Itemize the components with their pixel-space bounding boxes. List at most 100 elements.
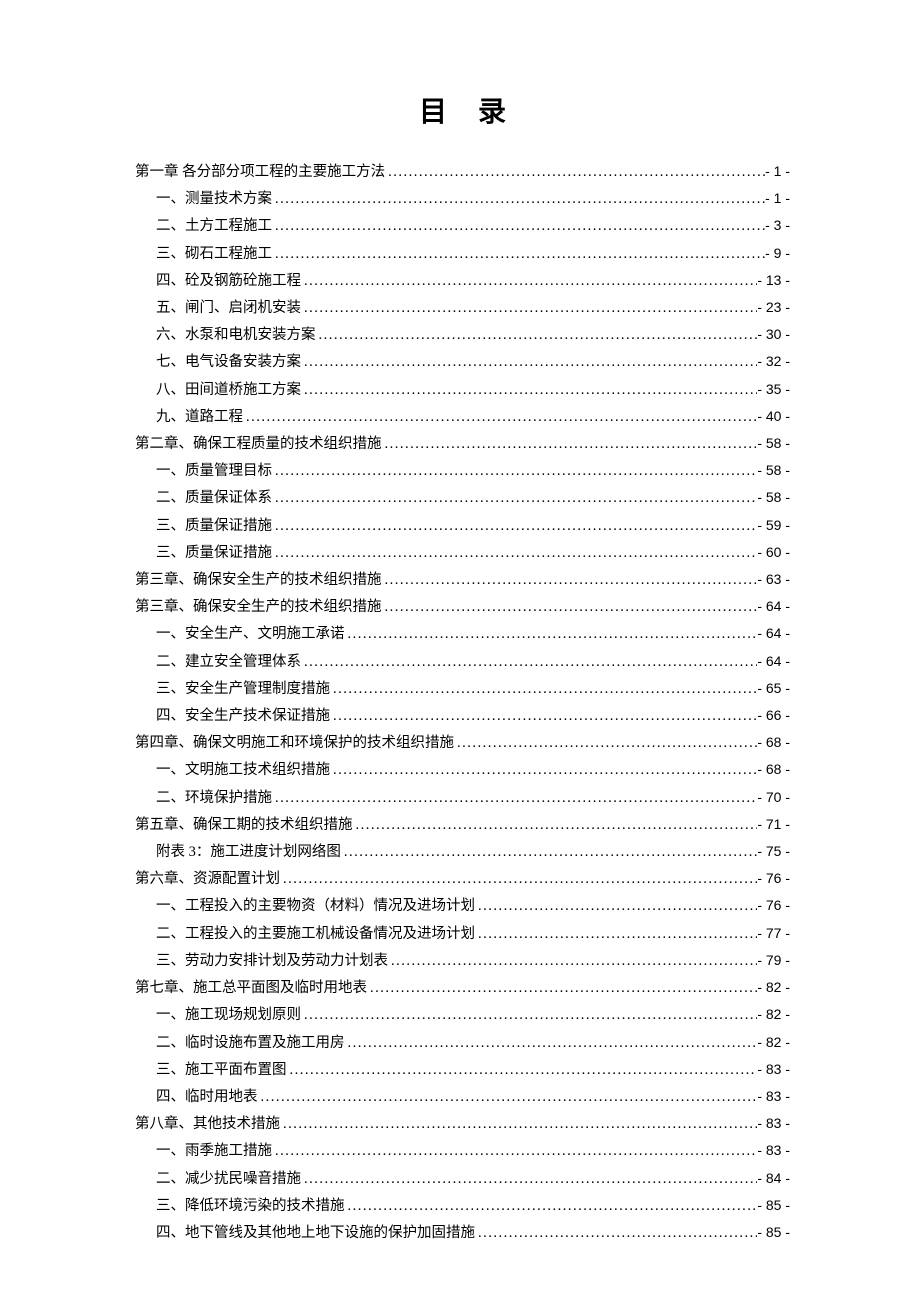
toc-entry-page: - 82 - xyxy=(757,974,790,1000)
toc-entry-page: - 83 - xyxy=(757,1110,790,1136)
toc-entry-page: - 30 - xyxy=(757,321,790,347)
toc-leader-dots xyxy=(367,975,757,1001)
toc-leader-dots xyxy=(454,730,757,756)
toc-entry-label: 四、临时用地表 xyxy=(156,1084,258,1110)
toc-leader-dots xyxy=(330,703,757,729)
toc-leader-dots xyxy=(301,1002,757,1028)
toc-leader-dots xyxy=(475,1220,757,1246)
toc-entry: 一、雨季施工措施 - 83 - xyxy=(135,1137,790,1164)
toc-entry-label: 四、安全生产技术保证措施 xyxy=(156,703,330,729)
toc-entry: 四、地下管线及其他地上地下设施的保护加固措施- 85 - xyxy=(135,1219,790,1246)
toc-entry: 第六章、资源配置计划- 76 - xyxy=(135,865,790,892)
toc-entry-page: - 83 - xyxy=(757,1056,790,1082)
toc-entry: 一、安全生产、文明施工承诺- 64 - xyxy=(135,620,790,647)
toc-leader-dots xyxy=(272,513,757,539)
toc-entry-label: 一、安全生产、文明施工承诺 xyxy=(156,621,345,647)
toc-entry-label: 第八章、其他技术措施 xyxy=(135,1111,280,1137)
toc-entry-label: 一、施工现场规划原则 xyxy=(156,1002,301,1028)
toc-entry-page: - 75 - xyxy=(757,838,790,864)
toc-entry-label: 第三章、确保安全生产的技术组织措施 xyxy=(135,594,382,620)
toc-leader-dots xyxy=(272,186,765,212)
toc-entry: 四、临时用地表- 83 - xyxy=(135,1083,790,1110)
toc-entry-page: - 35 - xyxy=(757,376,790,402)
toc-leader-dots xyxy=(345,1030,758,1056)
toc-entry: 三、施工平面布置图 - 83 - xyxy=(135,1056,790,1083)
toc-entry: 一、质量管理目标- 58 - xyxy=(135,457,790,484)
toc-entry-label: 二、土方工程施工 xyxy=(156,213,272,239)
toc-entry: 二、土方工程施工- 3 - xyxy=(135,212,790,239)
toc-entry-label: 第五章、确保工期的技术组织措施 xyxy=(135,812,353,838)
toc-entry-label: 三、砌石工程施工 xyxy=(156,241,272,267)
toc-entry: 第五章、确保工期的技术组织措施- 71 - xyxy=(135,811,790,838)
toc-entry: 一、施工现场规划原则 - 82 - xyxy=(135,1001,790,1028)
toc-entry: 第七章、施工总平面图及临时用地表 - 82 - xyxy=(135,974,790,1001)
toc-entry-page: - 70 - xyxy=(757,784,790,810)
toc-leader-dots xyxy=(385,159,765,185)
toc-entry: 第三章、确保安全生产的技术组织措施- 64 - xyxy=(135,593,790,620)
toc-entry-page: - 83 - xyxy=(757,1137,790,1163)
toc-entry-page: - 63 - xyxy=(757,566,790,592)
toc-entry: 二、临时设施布置及施工用房- 82 - xyxy=(135,1029,790,1056)
toc-leader-dots xyxy=(345,621,758,647)
toc-entry-label: 七、电气设备安装方案 xyxy=(156,349,301,375)
toc-leader-dots xyxy=(330,676,757,702)
toc-entry: 二、减少扰民噪音措施- 84 - xyxy=(135,1165,790,1192)
toc-leader-dots xyxy=(388,948,757,974)
toc-leader-dots xyxy=(475,893,757,919)
toc-entry: 五、闸门、启闭机安装- 23 - xyxy=(135,294,790,321)
toc-entry: 三、质量保证措施 - 60 - xyxy=(135,539,790,566)
toc-entry-label: 三、劳动力安排计划及劳动力计划表 xyxy=(156,948,388,974)
toc-entry: 六、水泵和电机安装方案- 30 - xyxy=(135,321,790,348)
toc-leader-dots xyxy=(382,594,758,620)
toc-entry-label: 二、环境保护措施 xyxy=(156,785,272,811)
toc-leader-dots xyxy=(382,431,758,457)
toc-entry: 三、安全生产管理制度措施- 65 - xyxy=(135,675,790,702)
toc-entry-label: 二、工程投入的主要施工机械设备情况及进场计划 xyxy=(156,921,475,947)
toc-entry: 七、电气设备安装方案- 32 - xyxy=(135,348,790,375)
toc-entry-page: - 85 - xyxy=(757,1219,790,1245)
toc-entry: 三、劳动力安排计划及劳动力计划表- 79 - xyxy=(135,947,790,974)
toc-entry: 第八章、其他技术措施 - 83 - xyxy=(135,1110,790,1137)
toc-entry-label: 二、临时设施布置及施工用房 xyxy=(156,1030,345,1056)
toc-entry-page: - 85 - xyxy=(757,1192,790,1218)
toc-entry-label: 一、雨季施工措施 xyxy=(156,1138,272,1164)
toc-leader-dots xyxy=(272,213,765,239)
toc-entry-page: - 64 - xyxy=(757,648,790,674)
page-title: 目 录 xyxy=(135,90,790,130)
toc-entry-label: 三、质量保证措施 xyxy=(156,540,272,566)
toc-entry: 三、质量保证措施- 59 - xyxy=(135,512,790,539)
toc-entry-label: 第七章、施工总平面图及临时用地表 xyxy=(135,975,367,1001)
toc-leader-dots xyxy=(382,567,758,593)
toc-leader-dots xyxy=(301,649,757,675)
toc-entry-page: - 68 - xyxy=(757,756,790,782)
toc-leader-dots xyxy=(272,540,757,566)
toc-entry-label: 二、质量保证体系 xyxy=(156,485,272,511)
toc-entry-page: - 23 - xyxy=(757,294,790,320)
toc-entry-page: - 84 - xyxy=(757,1165,790,1191)
toc-entry: 八、田间道桥施工方案- 35 - xyxy=(135,376,790,403)
toc-entry-label: 一、质量管理目标 xyxy=(156,458,272,484)
toc-leader-dots xyxy=(301,377,757,403)
toc-entry-label: 第一章 各分部分项工程的主要施工方法 xyxy=(135,159,385,185)
toc-entry-label: 三、施工平面布置图 xyxy=(156,1057,287,1083)
toc-entry-label: 三、质量保证措施 xyxy=(156,513,272,539)
toc-entry-label: 三、降低环境污染的技术措施 xyxy=(156,1193,345,1219)
toc-entry-page: - 1 - xyxy=(765,185,790,211)
toc-leader-dots xyxy=(353,812,758,838)
toc-leader-dots xyxy=(301,268,757,294)
toc-entry: 二、环境保护措施 - 70 - xyxy=(135,784,790,811)
toc-leader-dots xyxy=(243,404,757,430)
toc-entry: 一、工程投入的主要物资（材料）情况及进场计划- 76 - xyxy=(135,892,790,919)
toc-entry: 第二章、确保工程质量的技术组织措施- 58 - xyxy=(135,430,790,457)
toc-entry-page: - 9 - xyxy=(765,240,790,266)
toc-entry-label: 附表 3：施工进度计划网络图 xyxy=(156,839,341,865)
toc-entry-page: - 60 - xyxy=(757,539,790,565)
toc-entry-label: 第六章、资源配置计划 xyxy=(135,866,280,892)
toc-entry-label: 一、工程投入的主要物资（材料）情况及进场计划 xyxy=(156,893,475,919)
toc-leader-dots xyxy=(280,1111,757,1137)
toc-entry-page: - 40 - xyxy=(757,403,790,429)
toc-entry-label: 四、砼及钢筋砼施工程 xyxy=(156,268,301,294)
toc-entry-page: - 82 - xyxy=(757,1001,790,1027)
toc-entry-page: - 13 - xyxy=(757,267,790,293)
toc-entry-label: 三、安全生产管理制度措施 xyxy=(156,676,330,702)
